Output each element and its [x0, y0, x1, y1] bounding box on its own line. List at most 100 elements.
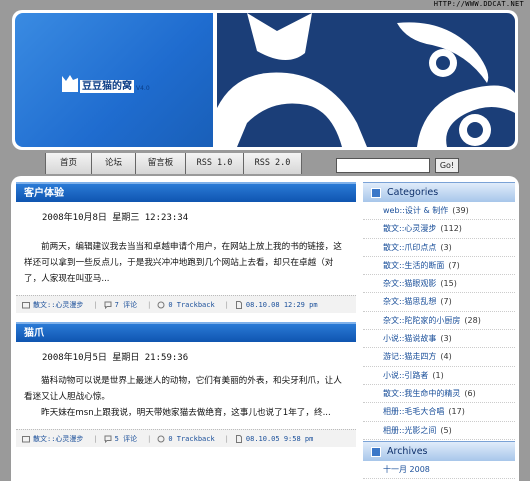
- category-item[interactable]: 相册::毛毛大合唱 (17): [363, 403, 515, 422]
- category-item[interactable]: 散文::我生命中的精灵 (6): [363, 385, 515, 404]
- post-trackback-link[interactable]: 0 Trackback: [168, 301, 214, 309]
- document-icon: [235, 300, 242, 309]
- post-body: 猫科动物可以说是世界上最迷人的动物，它们有美丽的外表，和尖牙利爪，让人看迷又让人…: [16, 373, 356, 421]
- post-category-link[interactable]: 散文::心灵漫步: [33, 300, 83, 310]
- category-count: (4): [440, 352, 452, 362]
- category-name: 小说::引路者: [383, 370, 429, 380]
- category-name: 杂文::陀陀家的小厨房: [383, 315, 461, 325]
- category-name: 相册::光影之间: [383, 425, 437, 435]
- post-trackback-link[interactable]: 0 Trackback: [168, 435, 214, 443]
- category-count: (5): [440, 425, 452, 435]
- trackback-icon: [157, 435, 165, 442]
- logo-text: 豆豆猫的窝: [80, 80, 134, 93]
- search-input[interactable]: [336, 158, 430, 173]
- category-item[interactable]: 小说::引路者 (1): [363, 367, 515, 385]
- meta-separator: |: [224, 300, 229, 309]
- post-time: 08.10.08 12:29 pm: [245, 300, 318, 309]
- logo-version: V4.0: [136, 85, 150, 92]
- square-bullet-icon: [371, 447, 381, 457]
- nav-rss2[interactable]: RSS 2.0: [244, 153, 302, 174]
- site-url: HTTP://WWW.DDCAT.NET: [433, 0, 524, 8]
- search-go-button[interactable]: Go!: [435, 158, 459, 173]
- comment-icon: [104, 435, 112, 443]
- category-name: 杂文::猫眼观影: [383, 279, 437, 289]
- post-body-line: 猫科动物可以说是世界上最迷人的动物，它们有美丽的外表，和尖牙利爪，让人看迷又让人…: [24, 376, 342, 402]
- cat-silhouette-art: [217, 13, 515, 147]
- post-meta: 散文::心灵漫步 | 7 评论 | 0 Trackback | 08.10.08…: [16, 295, 356, 313]
- archives-title: Archives: [363, 441, 515, 461]
- category-item[interactable]: 小说::猫说故事 (3): [363, 330, 515, 349]
- meta-separator: |: [224, 434, 229, 443]
- category-name: 小说::猫说故事: [383, 334, 437, 344]
- main-nav: 首页 论坛 留言板 RSS 1.0 RSS 2.0: [45, 153, 302, 174]
- post-body: 前两天，编辑建议我去当当和卓越申请个用户，在网站上放上我的书的链接，这样还可以拿…: [24, 242, 342, 284]
- post-comments-link[interactable]: 7 评论: [115, 300, 137, 310]
- category-item[interactable]: 杂文::陀陀家的小厨房 (28): [363, 312, 515, 331]
- post-time: 08.10.05 9:58 pm: [245, 434, 314, 443]
- category-name: 散文::心灵漫步: [383, 224, 437, 234]
- post-date: 2008年10月5日 星期日 21:59:36: [42, 353, 189, 363]
- nav-rss1[interactable]: RSS 1.0: [186, 153, 244, 174]
- category-count: (39): [452, 206, 469, 215]
- category-icon: [22, 435, 30, 442]
- archives-title-text: Archives: [387, 446, 428, 457]
- categories-title-text: Categories: [387, 187, 439, 198]
- category-icon: [22, 301, 30, 308]
- category-count: (3): [440, 242, 452, 252]
- cat-logo-icon: [62, 75, 78, 92]
- nav-guestbook[interactable]: 留言板: [136, 153, 186, 174]
- post-date: 2008年10月8日 星期三 12:23:34: [42, 213, 189, 223]
- category-count: (15): [440, 279, 457, 289]
- post: 猫爪 2008年10月5日 星期日 21:59:36 猫科动物可以说是世界上最迷…: [16, 322, 356, 447]
- nav-home[interactable]: 首页: [46, 153, 92, 174]
- comment-icon: [104, 301, 112, 309]
- category-count: (28): [464, 315, 481, 325]
- meta-separator: |: [147, 300, 152, 309]
- categories-list: web::设计 & 制作 (39) 散文::心灵漫步 (112) 散文::爪印点点 (3)…: [363, 202, 515, 440]
- category-item[interactable]: 相册::光影之间 (5): [363, 422, 515, 440]
- meta-separator: |: [93, 434, 98, 443]
- post-title[interactable]: 客户体验: [16, 182, 356, 202]
- category-count: (1): [432, 370, 444, 380]
- archive-item[interactable]: 十一月 2008: [363, 461, 515, 480]
- category-item[interactable]: 散文::爪印点点 (3): [363, 239, 515, 257]
- nav-forum[interactable]: 论坛: [92, 153, 136, 174]
- post-category-link[interactable]: 散文::心灵漫步: [33, 434, 83, 444]
- post-comments-link[interactable]: 5 评论: [115, 434, 137, 444]
- category-name: web::设计 & 制作: [383, 206, 449, 215]
- site-header: 豆豆猫的窝 V4.0: [12, 10, 518, 150]
- category-count: (7): [440, 297, 452, 307]
- category-item[interactable]: 杂文::猫思乱想 (7): [363, 293, 515, 312]
- trackback-icon: [157, 301, 165, 308]
- category-item[interactable]: web::设计 & 制作 (39): [363, 202, 515, 221]
- document-icon: [235, 434, 242, 443]
- category-name: 散文::爪印点点: [383, 242, 437, 252]
- sidebar-categories: Categories web::设计 & 制作 (39) 散文::心灵漫步 (112)…: [363, 182, 515, 440]
- category-name: 散文::生活的断面: [383, 260, 445, 270]
- category-count: (112): [440, 224, 462, 234]
- category-count: (3): [440, 334, 452, 344]
- category-item[interactable]: 散文::心灵漫步 (112): [363, 220, 515, 239]
- header-left-panel: 豆豆猫的窝 V4.0: [15, 13, 213, 147]
- post-meta: 散文::心灵漫步 | 5 评论 | 0 Trackback | 08.10.05…: [16, 429, 356, 447]
- category-count: (7): [448, 260, 460, 270]
- header-art-panel: [217, 13, 515, 147]
- post-body-line: 昨天妹在msn上跟我说，明天带她家猫去做绝育，这事儿也说了1年了，终...: [41, 408, 331, 418]
- archive-item-label: 十一月 2008: [383, 465, 430, 474]
- category-item[interactable]: 游记::猫走四方 (4): [363, 348, 515, 367]
- category-count: (6): [464, 388, 476, 398]
- post-title[interactable]: 猫爪: [16, 322, 356, 342]
- post: 客户体验 2008年10月8日 星期三 12:23:34 前两天，编辑建议我去当…: [16, 182, 356, 313]
- categories-title: Categories: [363, 182, 515, 202]
- meta-separator: |: [147, 434, 152, 443]
- category-item[interactable]: 散文::生活的断面 (7): [363, 257, 515, 276]
- category-name: 杂文::猫思乱想: [383, 297, 437, 307]
- category-name: 散文::我生命中的精灵: [383, 388, 461, 398]
- site-logo[interactable]: 豆豆猫的窝 V4.0: [61, 73, 150, 93]
- category-item[interactable]: 杂文::猫眼观影 (15): [363, 275, 515, 294]
- sidebar-archives: Archives 十一月 2008: [363, 441, 515, 480]
- category-name: 游记::猫走四方: [383, 352, 437, 362]
- category-name: 相册::毛毛大合唱: [383, 407, 445, 417]
- meta-separator: |: [93, 300, 98, 309]
- square-bullet-icon: [371, 188, 381, 198]
